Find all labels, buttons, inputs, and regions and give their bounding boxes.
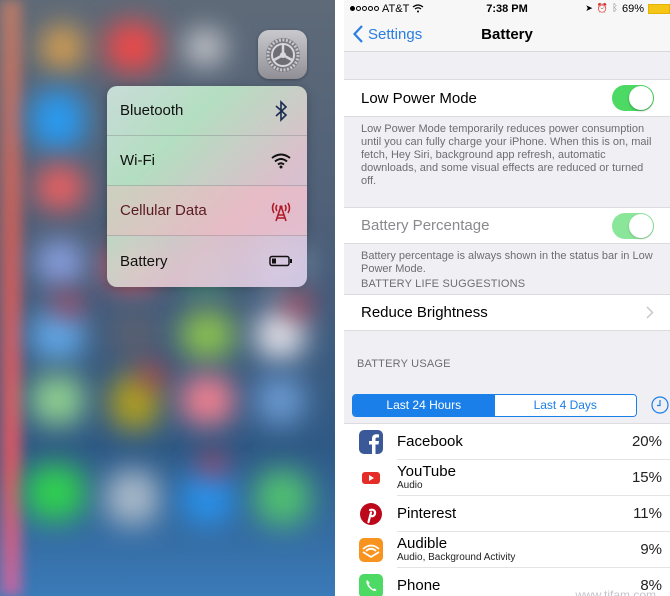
quick-action-bluetooth[interactable]: Bluetooth [107,86,307,136]
low-power-mode-footnote: Low Power Mode temporarily reduces power… [361,123,652,187]
suggestions-header: BATTERY LIFE SUGGESTIONS [361,278,526,290]
battery-percentage-toggle[interactable] [612,212,654,239]
low-power-mode-label: Low Power Mode [361,89,477,107]
panel-divider [335,0,344,596]
youtube-icon [358,466,383,490]
home-screen-panel: Bluetooth Wi-Fi Cellular Data Battery [0,0,335,596]
quick-action-label: Cellular Data [120,202,207,219]
app-usage-percent: 15% [631,469,662,486]
app-row-pinterest[interactable]: Pinterest 11% [344,496,670,532]
status-bar: AT&T 7:38 PM ➤ ⏰ ᛒ 69% [344,0,670,17]
blurred-app [110,310,160,360]
blurred-dock-app [255,470,310,525]
quick-action-label: Wi-Fi [120,152,155,169]
quick-action-label: Battery [120,252,168,270]
blurred-dock-app [25,465,85,520]
app-name: Audible [397,535,448,552]
blurred-app [180,375,235,425]
blurred-app [105,22,160,72]
app-name: Facebook [397,432,463,450]
pinterest-icon [359,503,382,525]
battery-settings-panel: AT&T 7:38 PM ➤ ⏰ ᛒ 69% Settings Battery … [344,0,670,596]
app-name: Pinterest [397,504,457,522]
app-subtitle: Audio [397,480,423,491]
blurred-app [180,310,235,360]
usage-period-control: Last 24 Hours Last 4 Days [344,387,670,423]
back-button-label: Settings [368,25,423,43]
app-subtitle: Audio, Background Activity [397,552,516,563]
blurred-app [185,30,225,65]
blurred-app [255,375,305,425]
navigation-bar: Settings Battery [344,17,670,52]
wifi-status-icon [412,4,424,13]
quick-action-wifi[interactable]: Wi-Fi [107,136,307,186]
battery-status-icon [648,3,670,14]
blurred-app [30,310,85,360]
battery-usage-header: BATTERY USAGE [357,358,451,370]
app-usage-percent: 9% [640,541,662,558]
blurred-badge [55,295,80,315]
bluetooth-status-icon: ᛒ [611,3,618,14]
app-row-audible[interactable]: Audible Audio, Background Activity 9% [344,532,670,568]
reduce-brightness-row[interactable]: Reduce Brightness [344,294,670,331]
audible-icon [358,538,383,562]
bluetooth-icon [269,99,293,123]
quick-action-cellular-data[interactable]: Cellular Data [107,186,307,236]
quick-action-battery[interactable]: Battery [107,236,307,286]
blurred-badge [140,365,165,385]
battery-icon [269,249,293,273]
facebook-icon [358,430,383,454]
low-power-mode-toggle[interactable] [612,85,654,111]
app-usage-percent: 11% [633,505,662,522]
blurred-edge [0,0,22,596]
app-name: Phone [397,576,441,594]
low-power-mode-row: Low Power Mode [344,79,670,117]
settings-gear-icon [265,37,300,72]
cellular-antenna-icon [269,199,293,223]
app-usage-list: Facebook 20% YouTube Audio 15% Pinterest… [344,423,670,596]
app-row-youtube[interactable]: YouTube Audio 15% [344,460,670,496]
blurred-dock-app [105,470,160,525]
app-row-facebook[interactable]: Facebook 20% [344,424,670,460]
blurred-app [35,165,85,210]
watermark: www.tifam.com [575,588,656,596]
wifi-icon [269,149,293,173]
segment-last-4-days[interactable]: Last 4 Days [494,394,636,416]
signal-strength-icon [350,6,379,11]
blurred-app [35,240,85,285]
chevron-right-icon [646,306,654,319]
clock-icon[interactable] [651,396,669,414]
battery-percent: 69% [621,2,644,15]
app-usage-percent: 20% [631,433,662,450]
blurred-app [255,310,305,360]
quick-actions-menu: Bluetooth Wi-Fi Cellular Data Battery [107,86,307,287]
segmented-control: Last 24 Hours Last 4 Days [352,393,637,417]
blurred-app [40,25,85,70]
carrier-name: AT&T [382,2,410,15]
location-arrow-icon: ➤ [585,3,593,13]
back-button[interactable]: Settings [344,25,422,43]
app-row-phone[interactable]: Phone 8% www.tifam.com [344,568,670,596]
segment-last-24-hours[interactable]: Last 24 Hours [353,394,495,416]
battery-percentage-footnote: Battery percentage is always shown in th… [361,250,653,275]
battery-percentage-row: Battery Percentage [344,207,670,244]
blurred-app [30,375,85,425]
blurred-app [30,90,85,150]
alarm-icon: ⏰ [596,3,608,13]
quick-action-label: Bluetooth [120,102,184,119]
reduce-brightness-label: Reduce Brightness [361,304,488,321]
app-name: YouTube [397,463,456,480]
battery-percentage-label: Battery Percentage [361,217,490,234]
phone-icon [358,574,383,596]
blurred-badge [200,455,225,475]
chevron-left-icon [353,25,363,43]
settings-app-icon[interactable] [258,30,307,79]
blurred-dock-app [180,470,235,525]
blurred-badge [285,295,310,315]
